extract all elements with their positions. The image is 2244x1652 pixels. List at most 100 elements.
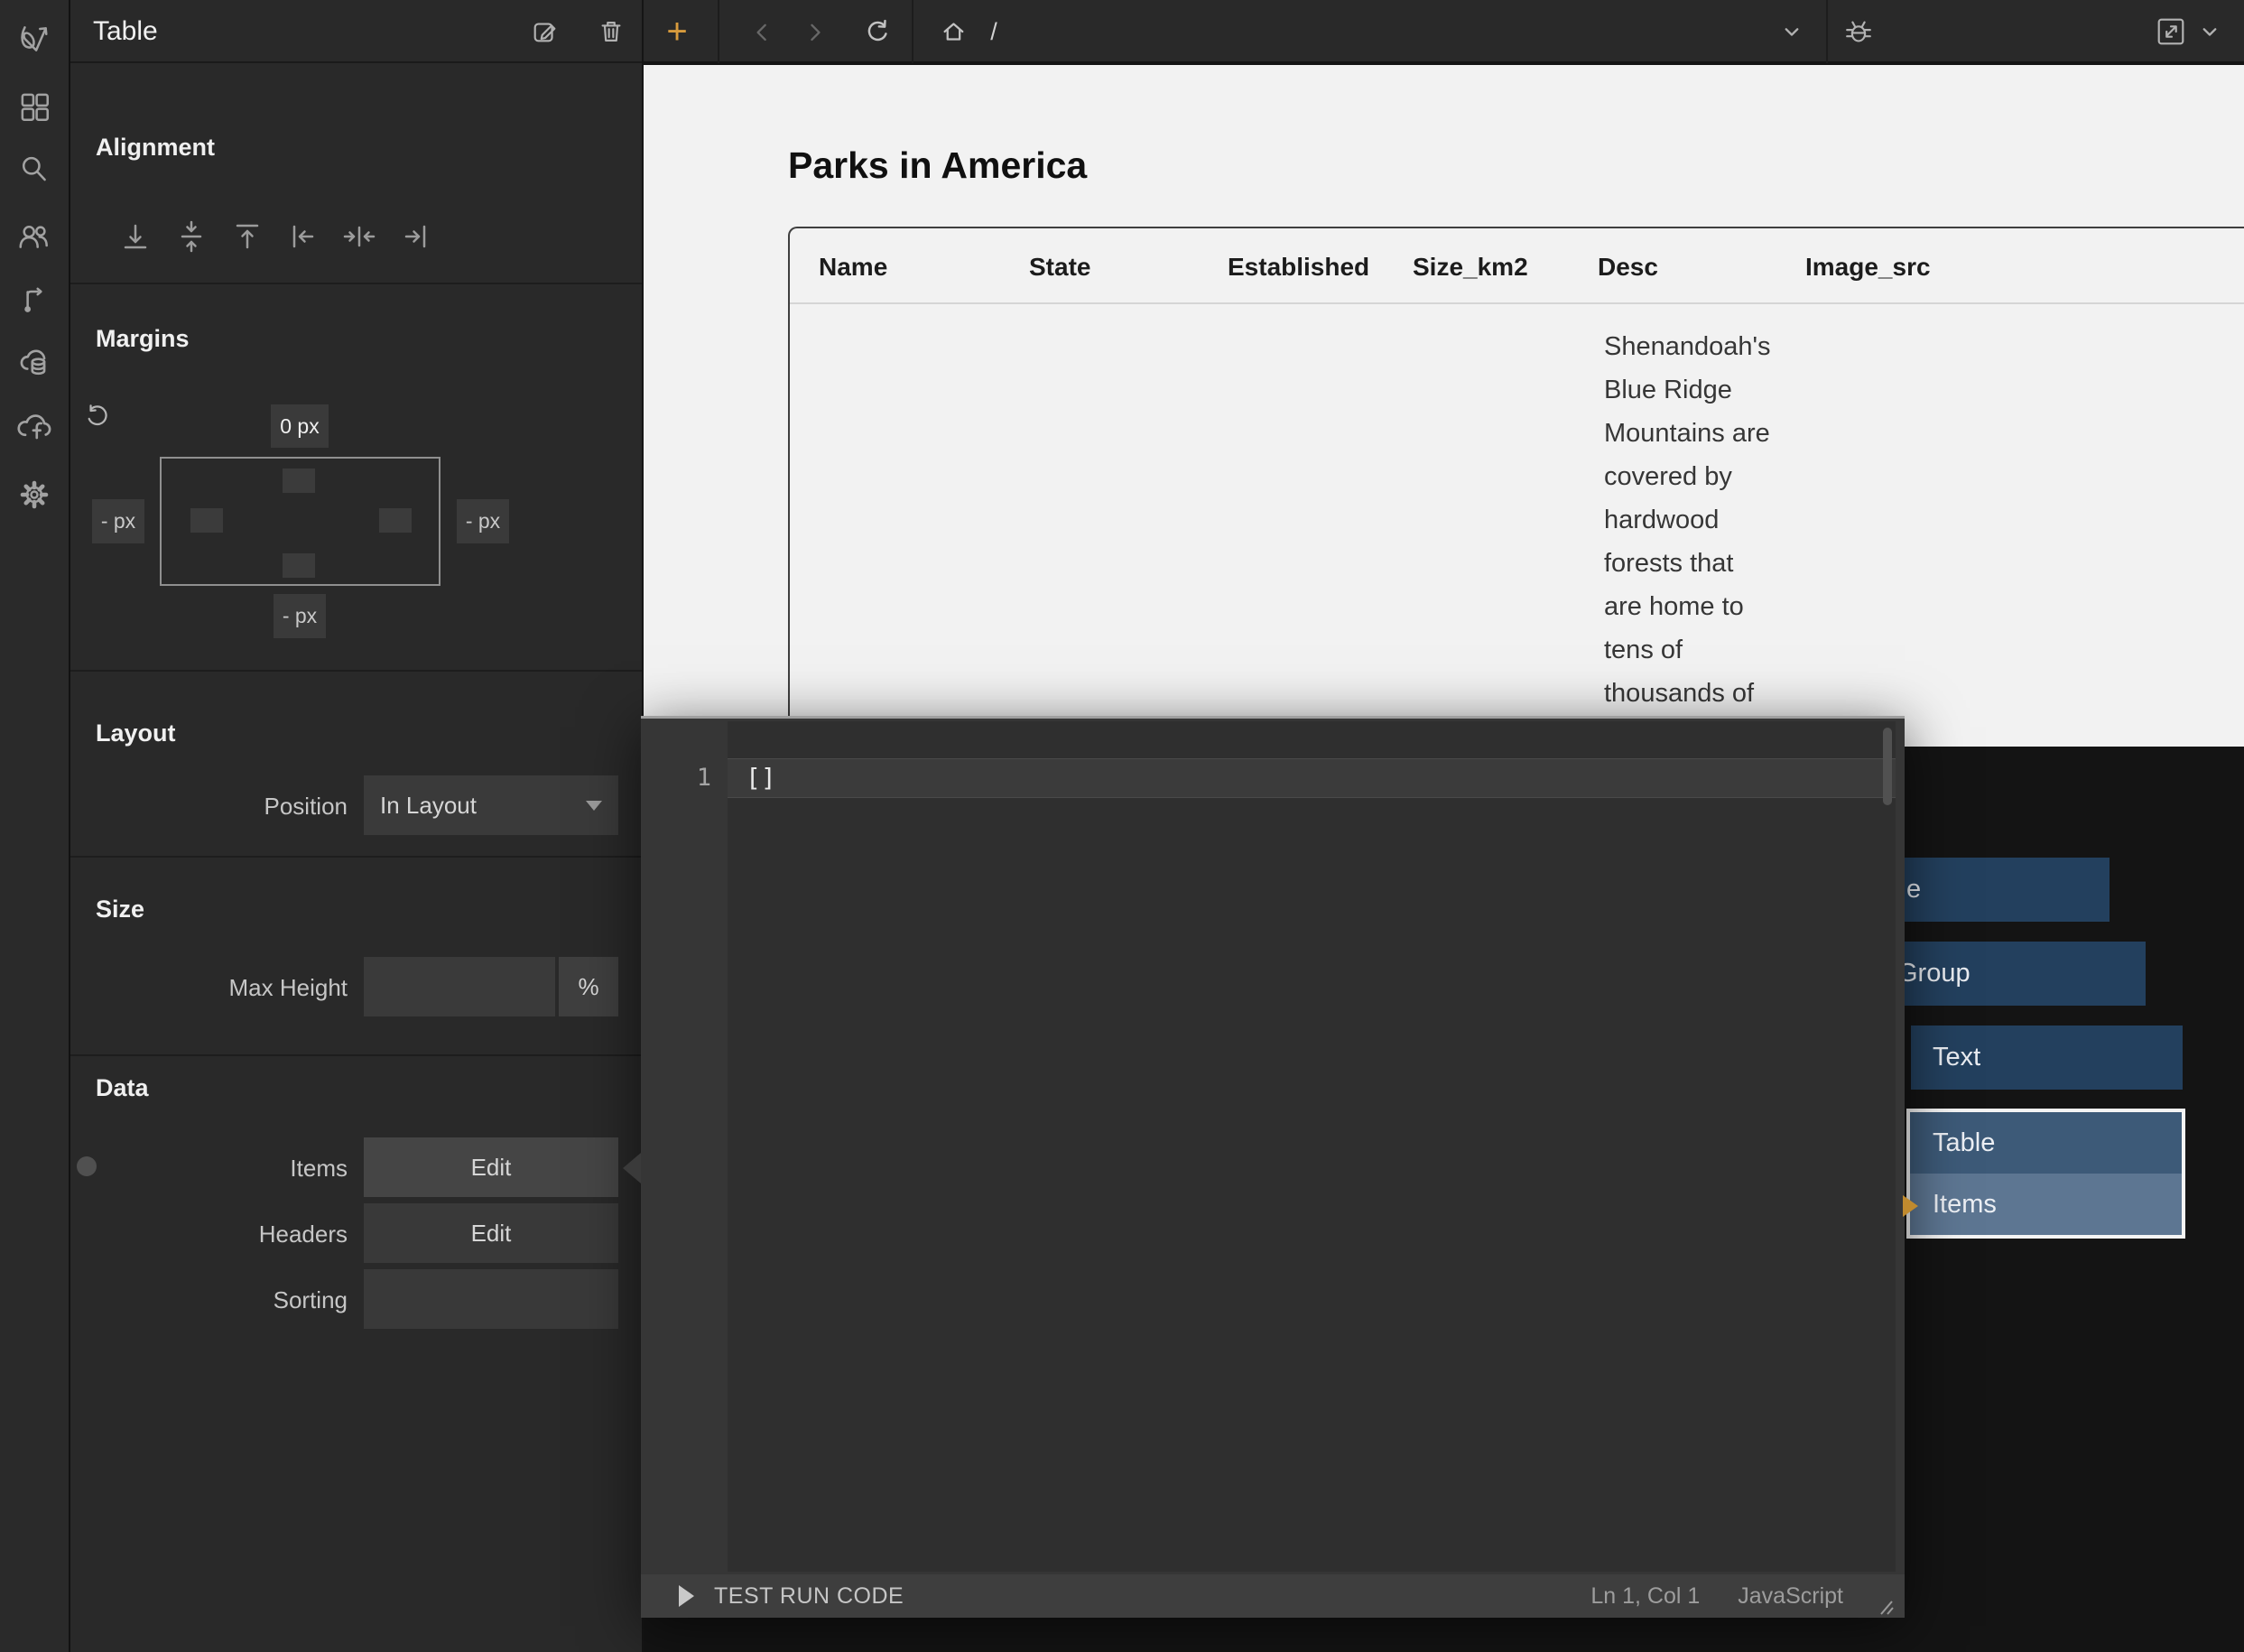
section-divider bbox=[70, 670, 642, 672]
settings-gear-icon[interactable] bbox=[15, 476, 53, 514]
column-header: Established bbox=[1228, 253, 1369, 282]
line-number: 1 bbox=[641, 758, 711, 798]
align-center-horizontal-button[interactable] bbox=[342, 219, 376, 254]
code-active-line[interactable]: [] bbox=[728, 758, 1896, 798]
editor-footer-bar: TEST RUN CODE Ln 1, Col 1 JavaScript bbox=[641, 1574, 1905, 1618]
page-dropdown-chevron-icon[interactable] bbox=[1772, 0, 1812, 63]
alignment-section-label: Alignment bbox=[96, 134, 215, 162]
back-button[interactable] bbox=[743, 0, 783, 63]
app-canvas[interactable]: Parks in America Name State Established … bbox=[644, 65, 2244, 747]
desc-text-line: tens of bbox=[1604, 628, 1771, 672]
language-selector[interactable]: JavaScript bbox=[1738, 1583, 1843, 1610]
desc-text-line: Mountains are bbox=[1604, 412, 1771, 455]
tree-item-text[interactable]: Text bbox=[1911, 1026, 2183, 1090]
app-logo-icon[interactable] bbox=[15, 20, 53, 58]
headers-label: Headers bbox=[96, 1220, 348, 1248]
app-window: Table Alignment Margin bbox=[0, 0, 2244, 1652]
left-icon-rail bbox=[0, 0, 70, 1652]
preview-dropdown-chevron-icon[interactable] bbox=[2190, 0, 2230, 63]
margins-box-diagram bbox=[160, 457, 440, 586]
expand-fullscreen-icon[interactable] bbox=[2149, 0, 2193, 63]
size-section-label: Size bbox=[96, 896, 144, 923]
desc-text-line: hardwood bbox=[1604, 498, 1771, 542]
top-toolbar: + / bbox=[644, 0, 2244, 63]
align-center-vertical-button[interactable] bbox=[174, 219, 209, 254]
max-height-unit-button[interactable]: % bbox=[559, 957, 618, 1016]
resize-handle[interactable] bbox=[1874, 1598, 1896, 1616]
tree-item-label: Items bbox=[1933, 1190, 1997, 1220]
table-header-divider bbox=[790, 302, 2244, 304]
tree-item-group[interactable]: Group bbox=[1878, 942, 2146, 1006]
cloud-database-icon[interactable] bbox=[15, 345, 53, 383]
headers-edit-button[interactable]: Edit bbox=[364, 1203, 618, 1263]
cloud-functions-icon[interactable] bbox=[15, 409, 53, 447]
align-right-button[interactable] bbox=[398, 219, 432, 254]
align-left-button[interactable] bbox=[286, 219, 320, 254]
items-connection-port[interactable] bbox=[77, 1156, 97, 1176]
refresh-button[interactable] bbox=[855, 0, 898, 63]
users-icon[interactable] bbox=[15, 218, 53, 255]
margin-right-handle[interactable] bbox=[379, 508, 412, 533]
tree-item-clipped[interactable]: e bbox=[1878, 858, 2110, 922]
items-edit-button[interactable]: Edit bbox=[364, 1137, 618, 1197]
sorting-input[interactable] bbox=[364, 1269, 618, 1329]
data-section-label: Data bbox=[96, 1074, 149, 1102]
align-top-button[interactable] bbox=[230, 219, 264, 254]
align-bottom-button[interactable] bbox=[118, 219, 153, 254]
inspector-header: Table bbox=[70, 0, 642, 63]
margin-top-value[interactable]: 0 px bbox=[271, 404, 329, 448]
section-divider bbox=[70, 283, 642, 284]
home-button[interactable] bbox=[932, 0, 974, 63]
items-anchor-arrow-icon bbox=[1903, 1195, 1918, 1217]
run-play-icon[interactable] bbox=[679, 1585, 694, 1607]
dashboard-grid-icon[interactable] bbox=[15, 88, 53, 125]
section-divider bbox=[70, 1054, 642, 1056]
layout-section-label: Layout bbox=[96, 719, 176, 747]
canvas-table-widget[interactable]: Name State Established Size_km2 Desc Ima… bbox=[788, 227, 2244, 747]
toolbar-separator bbox=[912, 0, 913, 63]
margin-top-handle[interactable] bbox=[283, 469, 315, 493]
items-label: Items bbox=[96, 1155, 348, 1183]
position-label: Position bbox=[96, 793, 348, 821]
tree-item-items[interactable]: Items bbox=[1910, 1174, 2182, 1235]
code-editor-area[interactable] bbox=[728, 721, 1896, 1572]
max-height-input[interactable] bbox=[364, 957, 555, 1016]
popover-anchor-arrow-icon bbox=[623, 1153, 641, 1183]
margin-left-handle[interactable] bbox=[190, 508, 223, 533]
margin-left-value[interactable]: - px bbox=[92, 499, 144, 543]
desc-text-line: thousands of bbox=[1604, 672, 1771, 715]
editor-status: Ln 1, Col 1 JavaScript bbox=[1590, 1583, 1843, 1610]
position-select[interactable]: In Layout bbox=[364, 775, 618, 835]
column-header: Name bbox=[819, 253, 887, 282]
margin-bottom-value[interactable]: - px bbox=[274, 594, 326, 638]
section-divider bbox=[70, 856, 642, 858]
branch-icon[interactable] bbox=[15, 282, 53, 320]
inspector-panel: Table Alignment Margin bbox=[70, 0, 644, 1652]
code-editor-popover: 1 [] TEST RUN CODE Ln 1, Col 1 JavaScrip… bbox=[641, 716, 1905, 1615]
selected-component-title: Table bbox=[93, 16, 158, 47]
editor-scrollbar[interactable] bbox=[1883, 728, 1892, 805]
margin-bottom-handle[interactable] bbox=[283, 553, 315, 578]
margins-section-label: Margins bbox=[96, 325, 190, 353]
margin-right-value[interactable]: - px bbox=[457, 499, 509, 543]
margins-reset-icon[interactable] bbox=[85, 404, 112, 432]
test-run-code-button[interactable]: TEST RUN CODE bbox=[714, 1583, 904, 1610]
desc-text-line: are home to bbox=[1604, 585, 1771, 628]
column-header: Size_km2 bbox=[1413, 253, 1528, 282]
max-height-label: Max Height bbox=[96, 974, 348, 1002]
toolbar-separator bbox=[1826, 0, 1828, 63]
toolbar-separator bbox=[718, 0, 719, 63]
tree-item-table[interactable]: Table bbox=[1910, 1112, 2182, 1174]
forward-button[interactable] bbox=[795, 0, 835, 63]
column-header: Desc bbox=[1598, 253, 1658, 282]
tree-item-label: Text bbox=[1933, 1043, 1980, 1072]
delete-component-icon[interactable] bbox=[591, 12, 631, 51]
cursor-position: Ln 1, Col 1 bbox=[1590, 1583, 1700, 1610]
edit-component-icon[interactable] bbox=[525, 12, 565, 51]
canvas-title-text[interactable]: Parks in America bbox=[788, 144, 1087, 187]
search-icon[interactable] bbox=[15, 151, 53, 189]
add-button[interactable]: + bbox=[656, 0, 698, 63]
desc-text-line: covered by bbox=[1604, 455, 1771, 498]
breadcrumb-root[interactable]: / bbox=[979, 0, 1008, 63]
debug-bug-icon[interactable] bbox=[1837, 0, 1880, 63]
